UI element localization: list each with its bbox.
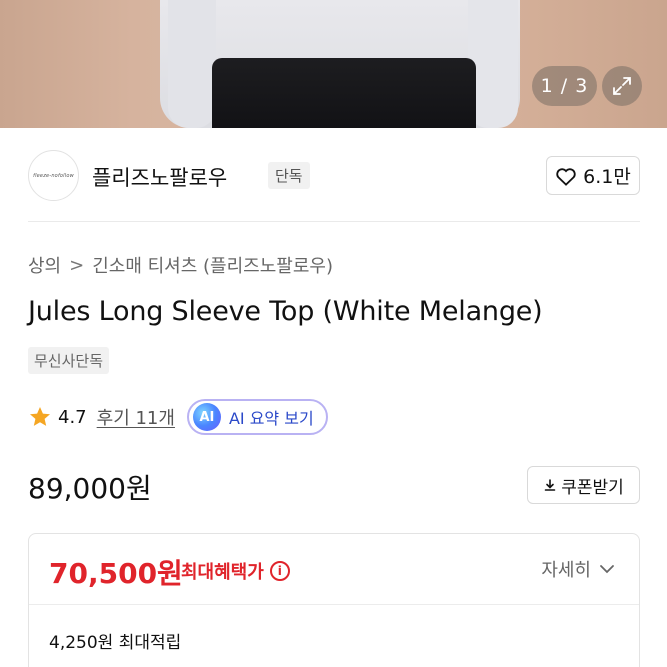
star-icon <box>30 407 50 426</box>
breadcrumb-subcategory[interactable]: 긴소매 티셔츠 (플리즈노팔로우) <box>92 252 333 278</box>
detail-label: 자세히 <box>541 560 591 581</box>
box-divider <box>29 604 639 605</box>
product-image[interactable]: 1 / 3 <box>0 0 667 128</box>
brand-logo[interactable]: fleeze-nofollow <box>28 150 79 201</box>
expand-icon <box>613 77 631 95</box>
breadcrumb: 상의 > 긴소매 티셔츠 (플리즈노팔로우) <box>28 252 333 278</box>
max-benefit-price: 70,500원 <box>49 557 183 590</box>
brand-row: fleeze-nofollow 플리즈노팔로우 단독 6.1만 <box>28 150 640 202</box>
divider <box>28 221 640 222</box>
breadcrumb-category[interactable]: 상의 <box>28 252 61 278</box>
max-benefit-label: 최대혜택가 i <box>181 558 290 584</box>
download-icon <box>544 479 556 491</box>
benefit-box: 70,500원 최대혜택가 i 자세히 4,250원 최대적립 <box>28 533 640 667</box>
chevron-down-icon <box>600 565 614 574</box>
rating-row: 4.7 후기 11개 AI AI 요약 보기 <box>28 399 328 435</box>
exclusive-badge: 무신사단독 <box>28 347 110 374</box>
skirt-shape <box>212 58 476 128</box>
sleeve-left-shape <box>168 0 216 128</box>
exclusive-tag: 단독 <box>268 162 310 189</box>
coupon-label: 쿠폰받기 <box>561 477 624 498</box>
max-benefit-text: 최대혜택가 <box>181 562 264 583</box>
info-icon[interactable]: i <box>269 561 290 581</box>
expand-button[interactable] <box>602 66 642 106</box>
ai-summary-label: AI 요약 보기 <box>228 409 314 428</box>
coupon-button[interactable]: 쿠폰받기 <box>527 466 640 504</box>
rating-score: 4.7 <box>58 406 87 428</box>
detail-toggle[interactable]: 자세히 <box>541 556 615 582</box>
like-button[interactable]: 6.1만 <box>546 156 640 195</box>
original-price: 89,000원 <box>28 472 152 505</box>
image-pager: 1 / 3 <box>532 66 597 106</box>
review-link[interactable]: 후기 11개 <box>97 404 175 430</box>
ai-summary-button[interactable]: AI AI 요약 보기 <box>186 399 328 435</box>
like-count: 6.1만 <box>583 166 631 188</box>
ai-icon: AI <box>192 403 221 431</box>
heart-icon <box>556 167 576 186</box>
breadcrumb-separator: > <box>69 254 85 276</box>
max-points: 4,250원 최대적립 <box>49 633 182 653</box>
brand-logo-text: fleeze-nofollow <box>33 172 74 179</box>
brand-name[interactable]: 플리즈노팔로우 <box>92 162 227 192</box>
product-title: Jules Long Sleeve Top (White Melange) <box>28 296 543 327</box>
